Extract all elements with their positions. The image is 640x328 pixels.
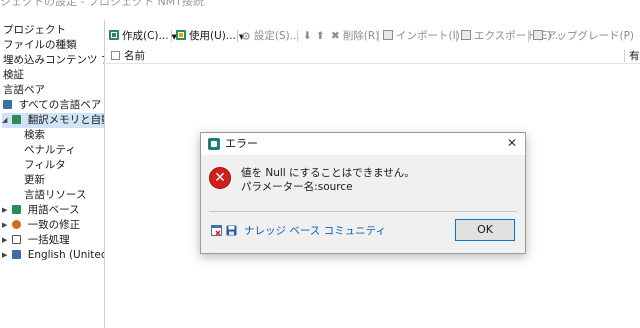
toolbar-separator bbox=[378, 30, 379, 42]
move-down-button[interactable]: ⬇ bbox=[303, 27, 312, 45]
use-label: 使用(U)... bbox=[189, 30, 236, 42]
nav-item-label: 言語リソース bbox=[24, 189, 87, 201]
nav-item-all-language-pairs[interactable]: すべての言語ペア bbox=[3, 98, 101, 113]
close-icon[interactable]: ✕ bbox=[505, 136, 519, 150]
column-header-enabled[interactable]: 有 bbox=[629, 48, 640, 64]
nav-item-label: ペナルティ bbox=[24, 144, 76, 156]
delete-x-icon: ✖ bbox=[331, 30, 340, 42]
settings-label: 設定(S)... bbox=[253, 30, 300, 42]
dialog-divider bbox=[209, 211, 517, 212]
nav-item-label: 検証 bbox=[3, 69, 24, 81]
arrow-up-icon: ⬆ bbox=[316, 30, 325, 42]
nav-item-label: プロジェクト bbox=[3, 24, 66, 36]
nav-item-verification[interactable]: 検証 bbox=[3, 68, 24, 83]
nav-item-translation-memory[interactable]: ◢ 翻訳メモリと自動翻 bbox=[2, 113, 104, 128]
nav-item-label: 言語ペア bbox=[3, 84, 45, 96]
settings-button[interactable]: ⚙ 設定(S)... bbox=[241, 27, 300, 45]
use-icon bbox=[176, 30, 186, 40]
select-all-checkbox[interactable] bbox=[111, 51, 120, 60]
nav-item-label: 用語ベース bbox=[27, 204, 80, 216]
collapsed-arrow-icon[interactable]: ▶ bbox=[2, 218, 9, 233]
toolbar-separator bbox=[456, 30, 457, 42]
tm-toolbar: 作成(C)... ▼ 使用(U)... ▼ ⚙ 設定(S)... ⬇ ⬆ ✖ 削除(R)… bbox=[106, 27, 640, 45]
collapsed-arrow-icon[interactable]: ▶ bbox=[2, 203, 9, 218]
knowledge-base-community-link[interactable]: ナレッジ ベース コミュニティ bbox=[244, 224, 386, 238]
collapsed-arrow-icon[interactable]: ▶ bbox=[2, 233, 9, 248]
error-message-line2: パラメーター名:source bbox=[241, 181, 353, 193]
delete-label: 削除(R) bbox=[342, 30, 380, 42]
export-icon bbox=[461, 30, 471, 40]
create-label: 作成(C)... bbox=[122, 30, 169, 42]
toolbar-separator bbox=[297, 30, 298, 42]
knowledge-base-icon[interactable] bbox=[211, 225, 222, 236]
upgrade-button[interactable]: アップグレード(P) bbox=[533, 27, 634, 45]
error-icon: ✕ bbox=[209, 167, 231, 189]
column-header-name[interactable]: 名前 bbox=[124, 48, 145, 64]
window-title: ジェクトの設定 - プロジェクト NMT接続 bbox=[0, 0, 204, 8]
nav-item-label: 一括処理 bbox=[27, 234, 70, 246]
dialog-title: エラー bbox=[225, 137, 258, 150]
use-button[interactable]: 使用(U)... ▼ bbox=[176, 27, 244, 45]
language-pairs-icon bbox=[3, 100, 12, 109]
termbase-icon bbox=[12, 205, 22, 214]
nav-item-match-repair[interactable]: ▶ 一致の修正 bbox=[2, 218, 80, 233]
upgrade-label: アップグレード(P) bbox=[546, 30, 635, 42]
arrow-down-icon: ⬇ bbox=[303, 30, 312, 42]
nav-item-penalties[interactable]: ペナルティ bbox=[24, 143, 76, 158]
nav-item-label: すべての言語ペア bbox=[18, 99, 102, 111]
error-dialog: エラー ✕ ✕ 値を Null にすることはできません。 パラメーター名:sou… bbox=[200, 132, 526, 254]
create-button[interactable]: 作成(C)... ▼ bbox=[109, 27, 177, 45]
nav-item-label: 検索 bbox=[24, 129, 45, 141]
match-repair-icon bbox=[12, 220, 22, 229]
settings-navigation-tree: プロジェクト ファイルの種類 埋め込みコンテンツ プロセ 検証 言語ペア すべて… bbox=[0, 20, 105, 328]
error-message-line1: 値を Null にすることはできません。 bbox=[241, 167, 415, 179]
dialog-title-bar: エラー ✕ bbox=[201, 133, 525, 155]
batch-processing-icon bbox=[12, 235, 22, 244]
nav-item-embedded-content[interactable]: 埋め込みコンテンツ プロセ bbox=[3, 53, 104, 68]
nav-item-label: 一致の修正 bbox=[27, 219, 81, 231]
nav-item-label: 埋め込みコンテンツ プロセ bbox=[3, 54, 104, 66]
nav-item-label: 翻訳メモリと自動翻 bbox=[27, 114, 104, 126]
import-label: インポート(I)... bbox=[396, 30, 470, 42]
toolbar-separator bbox=[237, 30, 238, 42]
nav-item-label: フィルタ bbox=[24, 159, 66, 171]
toolbar-separator bbox=[171, 30, 172, 42]
import-icon bbox=[383, 30, 393, 40]
app-icon bbox=[208, 138, 220, 150]
window-title-bar: ジェクトの設定 - プロジェクト NMT接続 bbox=[0, 0, 640, 20]
column-divider[interactable] bbox=[624, 50, 625, 62]
upgrade-icon bbox=[533, 30, 543, 40]
save-icon[interactable] bbox=[226, 225, 237, 236]
nav-item-update[interactable]: 更新 bbox=[24, 173, 45, 188]
create-icon bbox=[109, 30, 119, 40]
move-up-button[interactable]: ⬆ bbox=[316, 27, 325, 45]
translation-memory-icon bbox=[12, 115, 22, 124]
expand-arrow-icon[interactable]: ◢ bbox=[2, 113, 9, 128]
nav-item-project[interactable]: プロジェクト bbox=[3, 23, 66, 38]
nav-item-english-united-states[interactable]: ▶ English (United State bbox=[2, 248, 105, 263]
nav-item-termbases[interactable]: ▶ 用語ベース bbox=[2, 203, 80, 218]
tm-list-header: 名前 有 bbox=[106, 48, 640, 64]
nav-item-filters[interactable]: フィルタ bbox=[24, 158, 66, 173]
nav-item-search[interactable]: 検索 bbox=[24, 128, 45, 143]
nav-item-batch-processing[interactable]: ▶ 一括処理 bbox=[2, 233, 70, 248]
toolbar-separator bbox=[528, 30, 529, 42]
delete-button[interactable]: ✖ 削除(R) bbox=[331, 27, 379, 45]
gear-icon: ⚙ bbox=[241, 30, 251, 43]
nav-item-language-pairs[interactable]: 言語ペア bbox=[3, 83, 45, 98]
nav-item-file-types[interactable]: ファイルの種類 bbox=[3, 38, 77, 53]
ok-button[interactable]: OK bbox=[455, 219, 515, 241]
nav-item-language-resources[interactable]: 言語リソース bbox=[24, 188, 86, 203]
nav-item-label: 更新 bbox=[24, 174, 45, 186]
nav-item-label: English (United State bbox=[27, 249, 105, 261]
language-icon bbox=[12, 250, 22, 259]
nav-item-label: ファイルの種類 bbox=[3, 39, 77, 51]
collapsed-arrow-icon[interactable]: ▶ bbox=[2, 248, 9, 263]
